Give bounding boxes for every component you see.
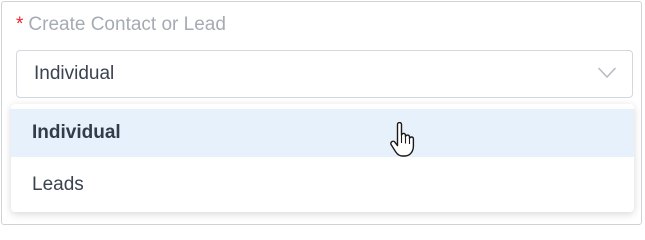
dropdown-menu: Individual Leads: [11, 104, 634, 212]
option-label: Individual: [32, 122, 121, 143]
field-label-text: Create Contact or Lead: [28, 14, 226, 35]
required-asterisk: *: [16, 14, 24, 35]
option-label: Leads: [32, 174, 84, 195]
dropdown-option-leads[interactable]: Leads: [11, 161, 634, 209]
hand-pointer-icon: [390, 122, 415, 157]
field-label: * Create Contact or Lead: [16, 12, 226, 38]
chevron-down-icon: [598, 67, 616, 78]
contact-type-select[interactable]: Individual: [16, 50, 633, 98]
dropdown-option-individual[interactable]: Individual: [11, 109, 634, 157]
select-current-value: Individual: [34, 63, 115, 84]
